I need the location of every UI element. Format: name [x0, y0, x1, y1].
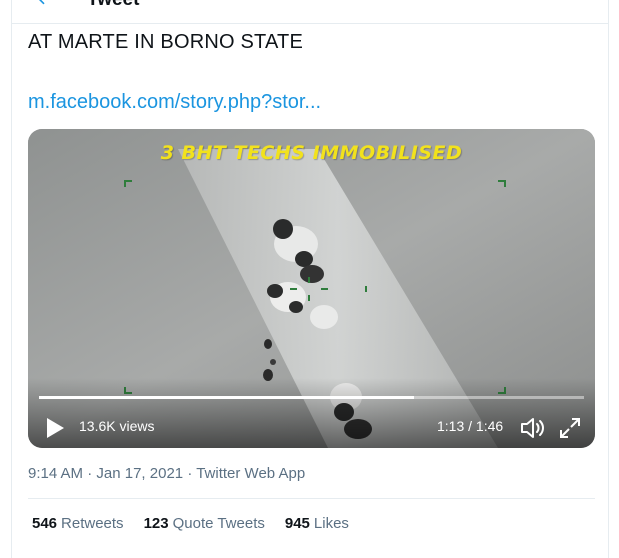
video-caption-overlay: 3 BHT TECHS IMMOBILISED: [160, 142, 463, 164]
quote-tweets-label: Quote Tweets: [172, 515, 265, 532]
tweet-stats: 546 Retweets 123 Quote Tweets 945 Likes: [32, 515, 369, 532]
tweet-meta: 9:14 AM · Jan 17, 2021 · Twitter Web App: [28, 465, 305, 482]
video-progress-fill: [39, 396, 414, 399]
back-arrow-icon[interactable]: [34, 0, 54, 8]
tweet-date[interactable]: Jan 17, 2021: [96, 465, 183, 482]
volume-icon[interactable]: [519, 416, 545, 440]
likes-stat[interactable]: 945 Likes: [285, 515, 349, 532]
video-player[interactable]: 3 BHT TECHS IMMOBILISED 13.6K views 1:13…: [28, 129, 595, 448]
likes-label: Likes: [313, 515, 349, 532]
video-progress-bar[interactable]: [39, 396, 584, 399]
retweets-label: Retweets: [61, 515, 124, 532]
tweet-time[interactable]: 9:14 AM: [28, 465, 83, 482]
quote-tweets-count: 123: [143, 515, 169, 532]
play-icon[interactable]: [45, 417, 65, 439]
fullscreen-icon[interactable]: [559, 417, 581, 439]
tweet-text: AT MARTE IN BORNO STATE: [28, 31, 304, 53]
retweets-stat[interactable]: 546 Retweets: [32, 515, 124, 532]
header-title: Tweet: [87, 0, 139, 11]
tweet-column: Tweet AT MARTE IN BORNO STATE m.facebook…: [11, 0, 609, 558]
quote-tweets-stat[interactable]: 123 Quote Tweets: [144, 515, 265, 532]
tweet-link[interactable]: m.facebook.com/story.php?stor...: [28, 91, 321, 114]
video-time: 1:13 / 1:46: [437, 418, 504, 434]
divider: [28, 498, 595, 499]
tweet-source[interactable]: Twitter Web App: [196, 465, 305, 482]
meta-separator: ·: [187, 465, 193, 482]
meta-separator: ·: [87, 465, 93, 482]
video-view-count: 13.6K views: [79, 418, 155, 434]
retweets-count: 546: [32, 515, 58, 532]
controls-gradient: [28, 378, 595, 448]
likes-count: 945: [284, 515, 310, 532]
tweet-header: Tweet: [12, 0, 608, 24]
